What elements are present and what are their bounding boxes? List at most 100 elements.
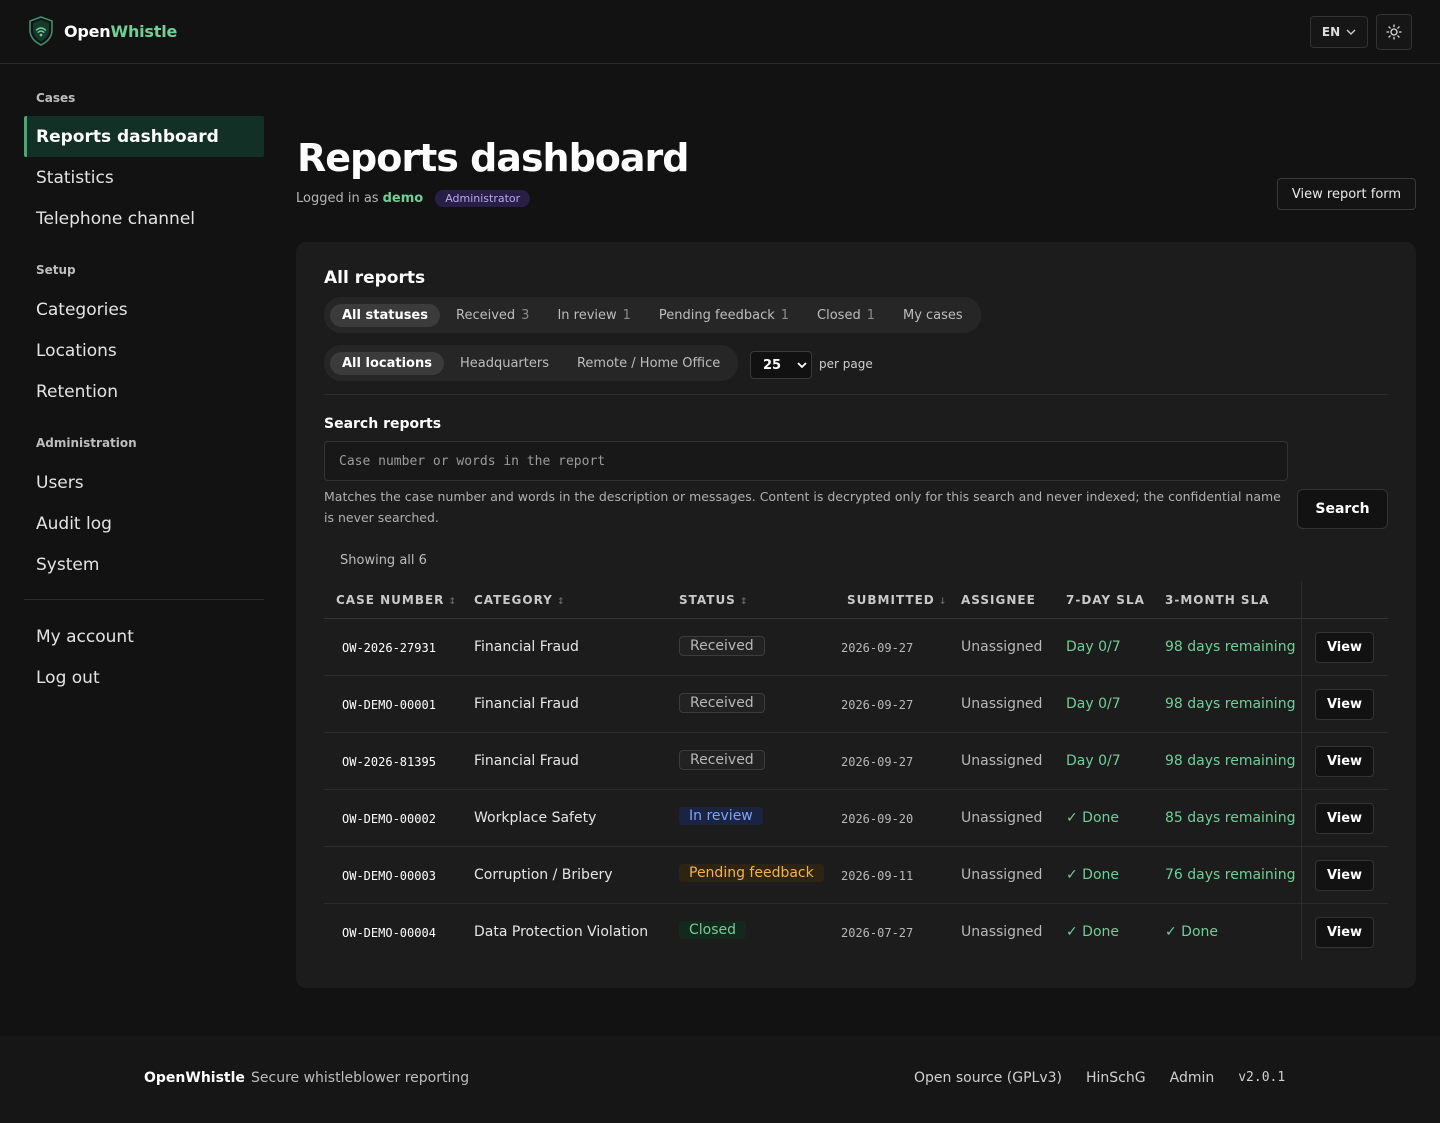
sort-desc-icon: ↓ xyxy=(938,597,948,607)
sidebar-item-retention[interactable]: Retention xyxy=(24,371,264,412)
sla-3-month: ✓ Done xyxy=(1165,924,1219,940)
sidebar-item-locations[interactable]: Locations xyxy=(24,330,264,371)
assignee: Unassigned xyxy=(961,696,1043,712)
view-case-button[interactable]: View xyxy=(1315,632,1374,663)
chevron-down-icon xyxy=(797,362,807,369)
view-case-button[interactable]: View xyxy=(1315,803,1374,834)
submitted-date: 2026-09-20 xyxy=(841,812,914,826)
results-count: Showing all 6 xyxy=(340,553,427,568)
case-number: OW-DEMO-00001 xyxy=(342,698,436,712)
footer-link-hinschg[interactable]: HinSchG xyxy=(1086,1070,1146,1086)
filter-all-statuses[interactable]: All statuses xyxy=(330,303,440,327)
column-category[interactable]: CATEGORY ↕ xyxy=(474,593,565,607)
role-badge: Administrator xyxy=(435,190,531,207)
chevron-down-icon xyxy=(1346,29,1356,35)
view-case-button[interactable]: View xyxy=(1315,746,1374,777)
filter-headquarters[interactable]: Headquarters xyxy=(448,352,561,375)
table-header: CASE NUMBER ↕ CATEGORY ↕ STATUS ↕ SUBMITTED… xyxy=(324,581,1388,619)
location-filter-bar: All locations Headquarters Remote / Home… xyxy=(324,345,739,381)
assignee: Unassigned xyxy=(961,639,1043,655)
footer-link-open-source[interactable]: Open source (GPLv3) xyxy=(914,1070,1062,1086)
logged-in-prefix: Logged in as xyxy=(296,191,379,206)
sort-icon: ↕ xyxy=(448,597,457,607)
sidebar: Cases Reports dashboard Statistics Telep… xyxy=(24,64,264,698)
theme-toggle-button[interactable] xyxy=(1376,14,1412,50)
case-category: Financial Fraud xyxy=(474,753,579,769)
sidebar-section-setup: Setup xyxy=(36,263,76,277)
sidebar-item-log-out[interactable]: Log out xyxy=(24,657,264,698)
shield-logo-icon xyxy=(29,16,53,46)
view-case-button[interactable]: View xyxy=(1315,917,1374,948)
reports-card-title: All reports xyxy=(324,268,426,288)
sidebar-section-administration: Administration xyxy=(36,436,137,450)
filter-divider xyxy=(324,394,1388,395)
brand-logo[interactable]: OpenWhistle xyxy=(28,16,177,46)
sla-7-day: ✓ Done xyxy=(1066,810,1120,826)
page-title: Reports dashboard xyxy=(297,136,689,180)
filter-in-review[interactable]: In review 1 xyxy=(545,304,642,327)
submitted-date: 2026-09-27 xyxy=(841,755,914,769)
sidebar-item-my-account[interactable]: My account xyxy=(24,616,264,657)
sla-3-month: 98 days remaining xyxy=(1165,696,1296,712)
sidebar-item-system[interactable]: System xyxy=(24,544,264,585)
status-badge: Received xyxy=(679,750,765,770)
sidebar-divider xyxy=(24,599,264,600)
status-badge: Closed xyxy=(679,921,747,939)
assignee: Unassigned xyxy=(961,810,1043,826)
logged-in-info: Logged in as demo Administrator xyxy=(296,190,531,207)
assignee: Unassigned xyxy=(961,924,1043,940)
column-status[interactable]: STATUS ↕ xyxy=(679,593,748,607)
filter-all-locations[interactable]: All locations xyxy=(330,351,444,375)
column-7-day-sla: 7-DAY SLA xyxy=(1066,593,1145,607)
submitted-date: 2026-09-11 xyxy=(841,869,914,883)
sun-icon xyxy=(1386,24,1402,40)
filter-remote-home-office[interactable]: Remote / Home Office xyxy=(565,352,732,375)
column-3-month-sla: 3-MONTH SLA xyxy=(1165,593,1270,607)
sidebar-item-telephone-channel[interactable]: Telephone channel xyxy=(24,198,264,239)
footer-link-admin[interactable]: Admin xyxy=(1170,1070,1215,1086)
search-input[interactable] xyxy=(324,441,1288,481)
submitted-date: 2026-09-27 xyxy=(841,698,914,712)
case-number: OW-2026-81395 xyxy=(342,755,436,769)
case-category: Data Protection Violation xyxy=(474,924,649,940)
status-badge: Pending feedback xyxy=(679,864,824,882)
reports-card: All reports All statuses Received 3 In re… xyxy=(296,242,1416,988)
search-button[interactable]: Search xyxy=(1297,489,1388,529)
case-number: OW-2026-27931 xyxy=(342,641,436,655)
view-case-button[interactable]: View xyxy=(1315,689,1374,720)
table-row: OW-DEMO-00004 Data Protection Violation Cl… xyxy=(324,904,1388,961)
view-case-button[interactable]: View xyxy=(1315,860,1374,891)
view-report-form-button[interactable]: View report form xyxy=(1277,178,1416,210)
sidebar-item-reports-dashboard[interactable]: Reports dashboard xyxy=(24,116,264,157)
column-case-number[interactable]: CASE NUMBER ↕ xyxy=(336,593,457,607)
sla-7-day: ✓ Done xyxy=(1066,867,1120,883)
filter-my-cases[interactable]: My cases xyxy=(891,304,975,327)
filter-closed[interactable]: Closed 1 xyxy=(805,304,887,327)
footer-version: v2.0.1 xyxy=(1238,1070,1286,1085)
filter-pending-feedback[interactable]: Pending feedback 1 xyxy=(647,304,801,327)
sidebar-item-users[interactable]: Users xyxy=(24,462,264,503)
assignee: Unassigned xyxy=(961,753,1043,769)
username: demo xyxy=(382,191,424,206)
case-number: OW-DEMO-00003 xyxy=(342,869,436,883)
case-category: Corruption / Bribery xyxy=(474,867,613,883)
table-row: OW-DEMO-00002 Workplace Safety In review 20… xyxy=(324,790,1388,847)
sla-3-month: 98 days remaining xyxy=(1165,639,1296,655)
sla-7-day: Day 0/7 xyxy=(1066,639,1121,655)
status-badge: Received xyxy=(679,693,765,713)
submitted-date: 2026-09-27 xyxy=(841,641,914,655)
case-number: OW-DEMO-00002 xyxy=(342,812,436,826)
table-row: OW-DEMO-00001 Financial Fraud Received 2026… xyxy=(324,676,1388,733)
sla-7-day: Day 0/7 xyxy=(1066,696,1121,712)
sidebar-item-audit-log[interactable]: Audit log xyxy=(24,503,264,544)
language-selector[interactable]: EN xyxy=(1310,16,1368,48)
footer-tagline: Secure whistleblower reporting xyxy=(251,1070,470,1086)
sla-3-month: 98 days remaining xyxy=(1165,753,1296,769)
column-submitted[interactable]: SUBMITTED ↓ xyxy=(847,593,947,607)
sidebar-item-categories[interactable]: Categories xyxy=(24,289,264,330)
sidebar-item-statistics[interactable]: Statistics xyxy=(24,157,264,198)
per-page-select[interactable]: 25 xyxy=(750,351,812,379)
table-row: OW-2026-27931 Financial Fraud Received 2026… xyxy=(324,619,1388,676)
case-category: Financial Fraud xyxy=(474,696,579,712)
filter-received[interactable]: Received 3 xyxy=(444,304,541,327)
